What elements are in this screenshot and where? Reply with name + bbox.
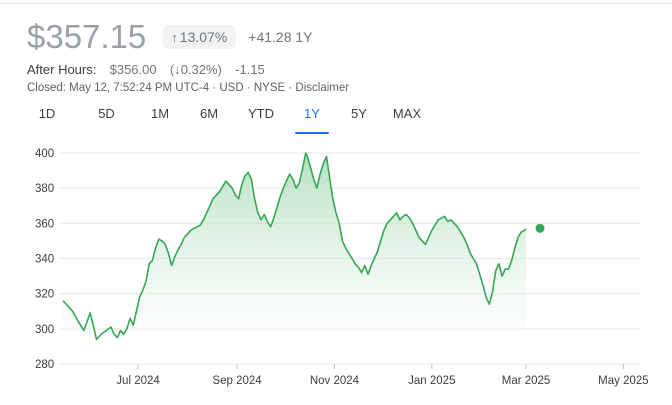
price-chart-svg: 280 300 320 340 360 380 400 Jul 2024 Sep 2024 Nov… — [35, 148, 649, 387]
tab-max[interactable]: MAX — [391, 106, 423, 130]
closed-info: Closed: May 12, 7:52:24 PM UTC-4 · USD ·… — [27, 82, 350, 94]
y-tick-label-300: 300 — [35, 324, 54, 336]
price-chart: 280 300 320 340 360 380 400 Jul 2024 Sep 2024 Nov… — [0, 140, 672, 400]
change-absolute: +41.28 1Y — [248, 29, 313, 45]
after-hours-line: After Hours: $356.00 (↓0.32%) -1.15 — [27, 62, 265, 77]
price-row: $357.15 ↑ 13.07% +41.28 1Y — [27, 18, 313, 56]
x-tick-label-1: Sep 2024 — [212, 375, 262, 387]
x-tick-label-4: Mar 2025 — [502, 375, 551, 387]
x-tick-label-0: Jul 2024 — [116, 375, 160, 387]
tab-1m[interactable]: 1M — [143, 106, 177, 130]
tab-1d[interactable]: 1D — [28, 106, 66, 130]
after-hours-price: $356.00 — [109, 62, 157, 77]
tab-5d[interactable]: 5D — [75, 106, 138, 130]
after-hours-label: After Hours: — [27, 62, 97, 77]
tab-1y[interactable]: 1Y — [295, 106, 329, 134]
y-tick-label-360: 360 — [35, 218, 54, 230]
tab-6m[interactable]: 6M — [192, 106, 226, 130]
x-tick-label-3: Jan 2025 — [408, 375, 455, 387]
x-tick-label-5: May 2025 — [598, 375, 649, 387]
y-tick-label-320: 320 — [35, 289, 54, 301]
active-tab-indicator — [295, 132, 329, 134]
x-tick-label-2: Nov 2024 — [310, 375, 360, 387]
range-tabs: 1D 5D 1M 6M YTD 1Y 5Y MAX — [28, 106, 423, 134]
change-percent: 13.07% — [179, 29, 228, 45]
last-price-dot — [535, 223, 545, 233]
y-tick-label-380: 380 — [35, 183, 54, 195]
change-percent-badge: ↑ 13.07% — [163, 25, 237, 49]
arrow-up-icon: ↑ — [171, 29, 178, 45]
tab-5y[interactable]: 5Y — [346, 106, 372, 130]
y-tick-label-280: 280 — [35, 359, 54, 371]
after-hours-percent: (↓0.32%) — [169, 62, 222, 77]
y-tick-label-400: 400 — [35, 148, 54, 160]
tab-ytd[interactable]: YTD — [243, 106, 279, 130]
y-tick-label-340: 340 — [35, 254, 54, 266]
top-divider — [0, 3, 672, 4]
after-hours-change: -1.15 — [235, 62, 265, 77]
current-price: $357.15 — [27, 18, 147, 55]
